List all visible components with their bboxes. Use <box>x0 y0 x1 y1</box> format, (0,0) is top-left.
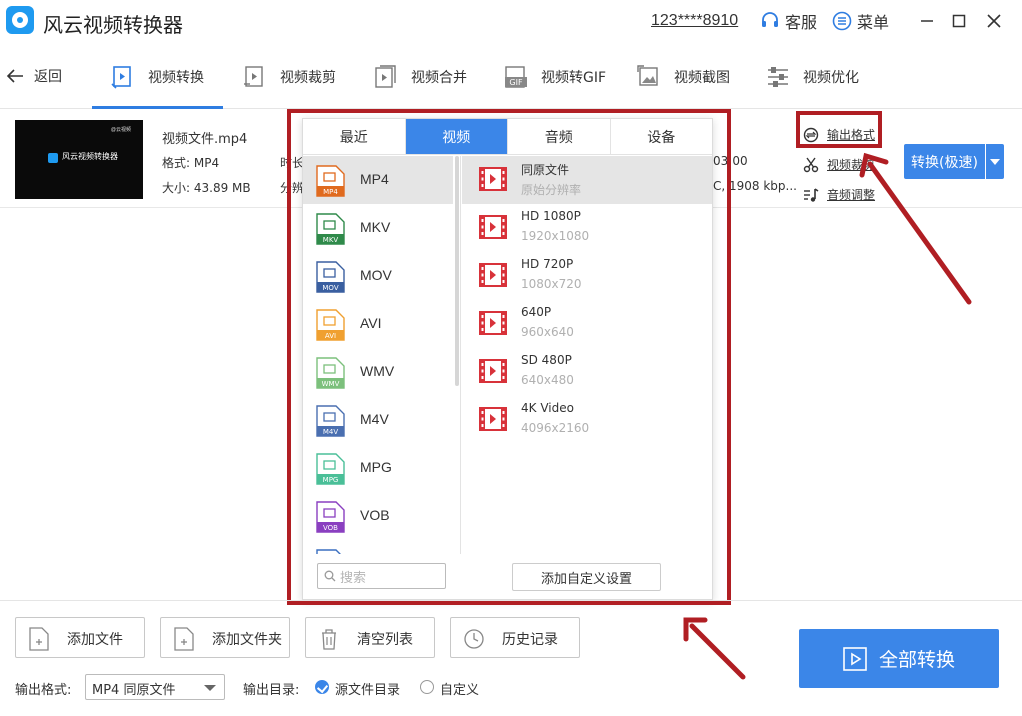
arrow-to-popup <box>683 617 746 680</box>
history-label: 历史记录 <box>502 632 558 648</box>
title-bar: 风云视频转换器 123****8910 客服 菜单 <box>0 0 1022 44</box>
account-link[interactable]: 123****8910 <box>651 12 738 30</box>
headset-icon <box>762 12 778 27</box>
menu-icon <box>832 11 852 31</box>
tab-video-convert[interactable]: 视频转换 <box>110 62 204 92</box>
output-dir-label: 输出目录: <box>243 683 300 698</box>
caret-down-icon <box>990 158 1000 165</box>
clear-list-button[interactable]: 清空列表 <box>305 617 435 658</box>
app-title: 风云视频转换器 <box>43 13 183 37</box>
screenshot-icon <box>637 65 658 86</box>
tab-label: 视频合并 <box>411 70 467 86</box>
tab-label: 视频转GIF <box>541 70 607 86</box>
convert-all-label: 全部转换 <box>878 649 955 671</box>
menu-label: 菜单 <box>857 13 890 32</box>
bottom-separator <box>0 600 1022 601</box>
close-icon <box>987 14 1001 28</box>
arrow-left-icon <box>6 69 23 83</box>
annotation-highlight-output-format <box>796 111 882 148</box>
tab-label: 视频优化 <box>803 70 859 86</box>
sliders-icon <box>768 67 788 87</box>
tab-label: 视频截图 <box>674 70 730 86</box>
back-button[interactable]: 返回 <box>6 66 62 86</box>
video-merge-icon <box>375 65 396 88</box>
tab-label: 视频转换 <box>148 70 204 86</box>
thumbnail-tag: @云视频 <box>110 127 131 133</box>
source-dir-radio[interactable] <box>315 680 329 694</box>
annotation-highlight-popup <box>287 109 731 605</box>
file-size: 大小: 43.89 MB <box>162 181 251 195</box>
clock-icon <box>464 629 484 649</box>
add-file-icon <box>29 627 49 651</box>
svg-text:GIF: GIF <box>509 78 523 87</box>
output-format-select[interactable]: MP4 同原文件 <box>85 674 225 700</box>
nav-bar: 返回 视频转换 视频裁剪 视频合并 GIF 视频转GIF 视频截图 视频优化 <box>0 44 1022 109</box>
app-logo-icon <box>6 6 34 34</box>
history-button[interactable]: 历史记录 <box>450 617 580 658</box>
clear-list-label: 清空列表 <box>357 632 413 648</box>
back-label: 返回 <box>34 69 62 85</box>
output-format-label: 输出格式: <box>15 683 72 698</box>
tab-video-crop[interactable]: 视频裁剪 <box>242 62 336 92</box>
tab-label: 视频裁剪 <box>280 70 336 86</box>
maximize-icon <box>952 14 966 28</box>
video-thumbnail[interactable]: @云视频 风云视频转换器 <box>15 120 143 199</box>
audio-adjust-link[interactable]: 音频调整 <box>803 186 875 203</box>
gif-icon: GIF <box>505 66 527 88</box>
add-file-button[interactable]: 添加文件 <box>15 617 145 658</box>
video-crop-label: 视频裁剪 <box>827 158 876 172</box>
tab-video-merge[interactable]: 视频合并 <box>373 62 467 92</box>
tab-video-optimize[interactable]: 视频优化 <box>765 62 859 92</box>
minimize-button[interactable] <box>917 10 937 32</box>
active-tab-indicator <box>92 106 223 109</box>
add-folder-label: 添加文件夹 <box>212 632 282 648</box>
add-file-label: 添加文件 <box>67 632 123 648</box>
customer-service-label: 客服 <box>785 13 818 32</box>
convert-all-button[interactable]: 全部转换 <box>799 629 999 688</box>
custom-dir-radio[interactable] <box>420 680 434 694</box>
file-name: 视频文件.mp4 <box>162 132 248 147</box>
tab-video-to-gif[interactable]: GIF 视频转GIF <box>503 62 606 92</box>
maximize-button[interactable] <box>949 10 969 32</box>
source-dir-label: 源文件目录 <box>335 683 401 698</box>
convert-dropdown-button[interactable] <box>986 144 1004 179</box>
tab-video-screenshot[interactable]: 视频截图 <box>636 62 730 92</box>
add-folder-button[interactable]: 添加文件夹 <box>160 617 290 658</box>
close-button[interactable] <box>984 10 1004 32</box>
music-note-icon <box>804 187 819 202</box>
audio-adjust-label: 音频调整 <box>827 188 876 202</box>
customer-service-button[interactable]: 客服 <box>760 10 817 32</box>
trash-icon <box>322 629 336 650</box>
play-icon <box>843 646 867 671</box>
convert-fast-button[interactable]: 转换(极速) <box>904 144 985 179</box>
thumbnail-logo-icon <box>48 153 58 163</box>
dropdown-arrow-icon <box>204 685 216 691</box>
menu-button[interactable]: 菜单 <box>832 10 889 32</box>
add-folder-icon <box>174 627 194 651</box>
custom-dir-label: 自定义 <box>440 683 480 698</box>
scissors-icon <box>803 157 819 172</box>
video-crop-link[interactable]: 视频裁剪 <box>803 156 875 173</box>
video-crop-icon <box>244 66 263 87</box>
thumbnail-text: 风云视频转换器 <box>62 152 118 161</box>
output-format-value: MP4 同原文件 <box>92 683 176 698</box>
video-convert-icon <box>111 66 131 89</box>
file-format: 格式: MP4 <box>162 156 220 170</box>
minimize-icon <box>921 20 933 22</box>
